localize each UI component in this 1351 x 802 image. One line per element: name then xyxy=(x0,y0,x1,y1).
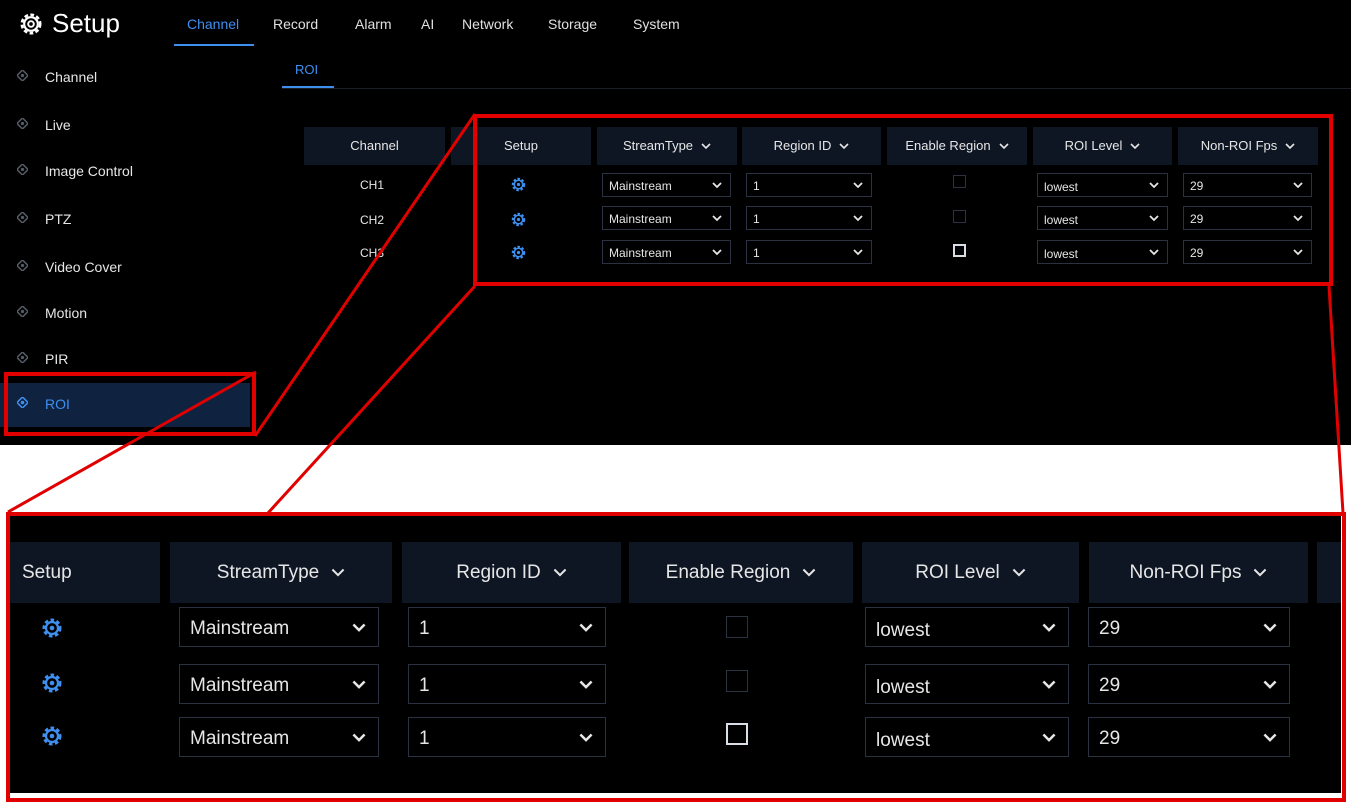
callout-line xyxy=(7,370,257,514)
callout-line xyxy=(266,284,477,515)
callout-lines xyxy=(7,113,1345,515)
callout-line xyxy=(253,113,477,437)
callout-line xyxy=(1327,285,1345,514)
